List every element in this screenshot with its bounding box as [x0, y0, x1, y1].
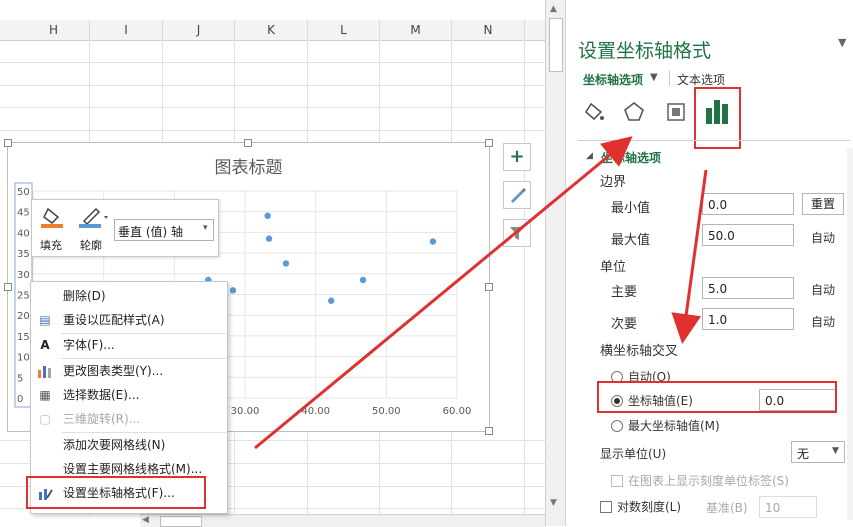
annotation-arrows [254, 136, 708, 450]
annotation-arrow [254, 136, 633, 450]
annotation-arrow [671, 169, 708, 344]
